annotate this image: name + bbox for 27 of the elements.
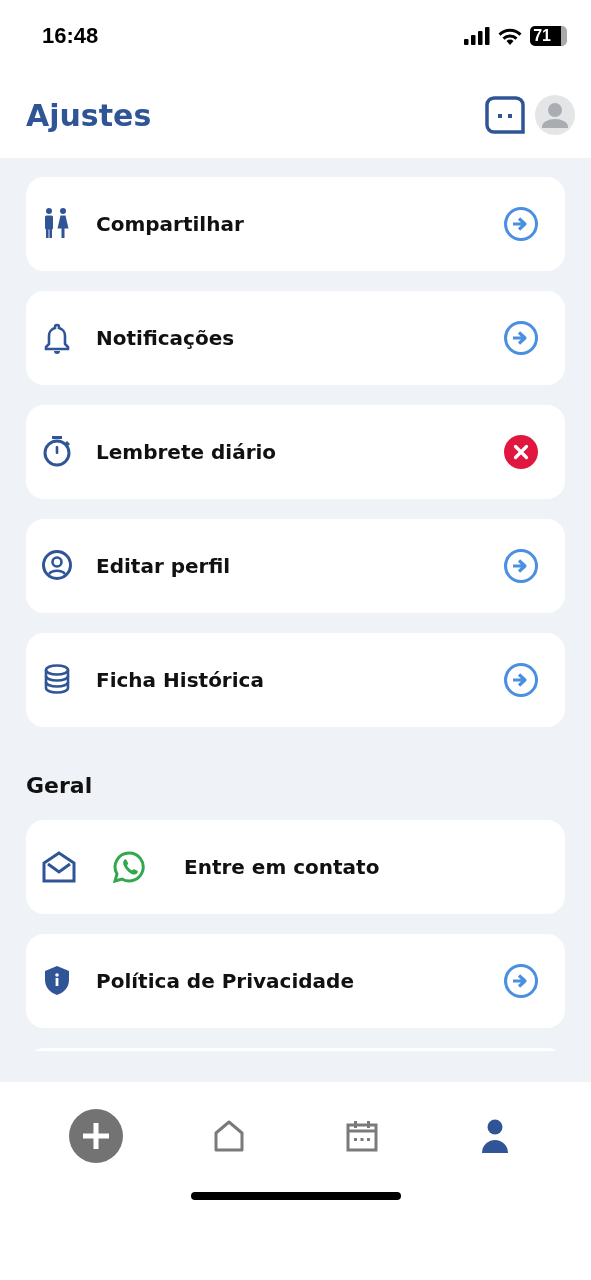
forward-button[interactable] [503, 963, 539, 999]
wifi-icon [498, 27, 523, 45]
settings-item[interactable]: Ficha Histórica [26, 633, 565, 727]
database-icon [42, 664, 72, 696]
forward-button[interactable] [503, 548, 539, 584]
whatsapp-icon [112, 850, 146, 884]
settings-item[interactable]: Compartilhar [26, 177, 565, 271]
profile-avatar[interactable] [535, 95, 575, 135]
stopwatch-icon [42, 436, 72, 468]
clock-time: 16:48 [42, 23, 99, 49]
page-title: Ajustes [26, 97, 152, 133]
envelope-icon [42, 851, 76, 883]
signal-icon [464, 27, 491, 45]
settings-item[interactable]: Editar perfil [26, 519, 565, 613]
bell-icon [42, 322, 72, 354]
forward-button[interactable] [503, 206, 539, 242]
forward-button[interactable] [503, 320, 539, 356]
shield-icon [42, 965, 72, 997]
user-circle-icon [42, 550, 72, 582]
battery-indicator: 71 [530, 26, 567, 46]
remove-button[interactable] [503, 434, 539, 470]
settings-item[interactable]: Lembrete diário [26, 405, 565, 499]
settings-item[interactable]: Política de Privacidade [26, 934, 565, 1028]
section-heading: Geral [26, 773, 94, 798]
settings-item[interactable]: Entre em contato [26, 820, 565, 914]
settings-item[interactable]: Notificações [26, 291, 565, 385]
forward-button[interactable] [503, 662, 539, 698]
